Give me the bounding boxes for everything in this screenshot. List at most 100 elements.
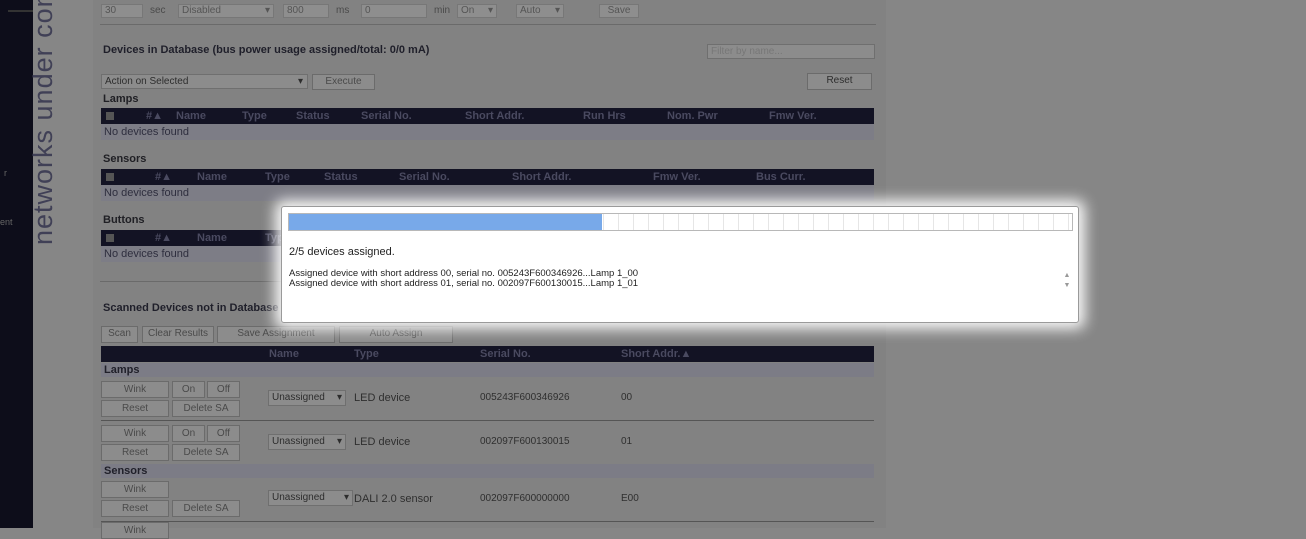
save-assignment-button[interactable]: Save Assignment xyxy=(217,326,335,343)
column-header[interactable]: Type xyxy=(354,348,379,360)
column-header[interactable]: Short Addr. xyxy=(465,110,524,122)
wink-button[interactable]: Wink xyxy=(101,425,169,442)
column-header[interactable]: #▲ xyxy=(146,110,163,122)
mode-select[interactable]: Disabled ▾ xyxy=(178,4,274,18)
onoff-select[interactable]: On ▾ xyxy=(457,4,497,18)
db-section-title: Devices in Database (bus power usage ass… xyxy=(103,44,430,56)
short-address: E00 xyxy=(621,493,639,504)
select-value: Auto xyxy=(520,5,541,16)
lamps-label: Lamps xyxy=(103,93,139,105)
delete-sa-button[interactable]: Delete SA xyxy=(172,400,240,417)
chevron-down-icon: ▾ xyxy=(343,492,349,503)
scanned-device-row: Wink Reset Delete SA Unassigned ▾ DALI 2.… xyxy=(101,478,874,522)
auto-select[interactable]: Auto ▾ xyxy=(516,4,564,18)
select-value: Unassigned xyxy=(272,436,325,447)
column-header[interactable]: Fmw Ver. xyxy=(769,110,817,122)
reset-button[interactable]: Reset xyxy=(101,500,169,517)
chevron-down-icon: ▾ xyxy=(487,5,493,16)
column-header[interactable]: Status xyxy=(296,110,330,122)
scan-button[interactable]: Scan xyxy=(101,326,138,343)
chevron-down-icon: ▾ xyxy=(336,392,342,403)
lamps-group-label: Lamps xyxy=(101,363,874,377)
clear-results-button[interactable]: Clear Results xyxy=(142,326,214,343)
unit-label: sec xyxy=(150,5,166,16)
column-header[interactable]: Nom. Pwr xyxy=(667,110,718,122)
select-all-checkbox[interactable] xyxy=(106,173,114,181)
select-all-checkbox[interactable] xyxy=(106,234,114,242)
scanned-device-row: Wink On Off Reset Delete SA Unassigned ▾ … xyxy=(101,421,874,465)
reset-button[interactable]: Reset xyxy=(101,400,169,417)
progress-fill xyxy=(289,214,603,230)
short-address: 00 xyxy=(621,392,633,403)
auto-assign-button[interactable]: Auto Assign xyxy=(339,326,453,343)
short-address: 01 xyxy=(621,436,633,447)
settings-row: 30 sec Disabled ▾ 800 ms 0 min On ▾ Auto ▾ … xyxy=(93,4,653,19)
scanned-device-row: Wink On Off Reset Delete SA Unassigned ▾ … xyxy=(101,377,874,421)
wink-button[interactable]: Wink xyxy=(101,522,169,539)
column-header[interactable]: Name xyxy=(197,232,227,244)
log-scrollbar[interactable]: ▲ ▼ xyxy=(1063,271,1071,291)
scanned-section-title: Scanned Devices not in Database xyxy=(103,302,279,314)
filter-input[interactable]: Filter by name... xyxy=(707,44,875,59)
nav-fragment[interactable]: ent xyxy=(0,217,13,227)
column-header[interactable]: Serial No. xyxy=(399,171,450,183)
nav-fragment[interactable]: r xyxy=(4,168,7,178)
select-value: On xyxy=(461,5,475,16)
column-header[interactable]: #▲ xyxy=(155,232,172,244)
wink-button[interactable]: Wink xyxy=(101,381,169,398)
column-header[interactable]: Run Hrs xyxy=(583,110,626,122)
empty-row: No devices found xyxy=(101,185,874,201)
column-header[interactable]: Short Addr. xyxy=(512,171,571,183)
chevron-down-icon: ▾ xyxy=(554,5,560,16)
device-type: DALI 2.0 sensor xyxy=(354,493,433,505)
chevron-down-icon: ▾ xyxy=(336,436,342,447)
column-header[interactable]: Type xyxy=(242,110,267,122)
column-header[interactable]: Status xyxy=(324,171,358,183)
serial-number: 002097F600000000 xyxy=(480,493,570,504)
delete-sa-button[interactable]: Delete SA xyxy=(172,500,240,517)
device-type: LED device xyxy=(354,436,411,448)
column-header[interactable]: Name xyxy=(176,110,206,122)
column-header[interactable]: Serial No. xyxy=(361,110,412,122)
buttons-label: Buttons xyxy=(103,214,145,226)
reset-button[interactable]: Reset xyxy=(101,444,169,461)
column-header[interactable]: Bus Curr. xyxy=(756,171,806,183)
scroll-up-icon[interactable]: ▲ xyxy=(1063,271,1071,281)
delay-input[interactable]: 800 xyxy=(283,4,329,18)
empty-row: No devices found xyxy=(101,124,874,140)
action-select[interactable]: Action on Selected ▾ xyxy=(101,74,308,89)
sensors-label: Sensors xyxy=(103,153,147,165)
column-header[interactable]: Name xyxy=(197,171,227,183)
select-value: Disabled xyxy=(182,5,221,16)
assignment-log[interactable]: Assigned device with short address 00, s… xyxy=(289,269,638,289)
off-button[interactable]: Off xyxy=(207,425,240,442)
select-all-checkbox[interactable] xyxy=(106,112,114,120)
column-header[interactable]: Type xyxy=(265,171,290,183)
execute-button[interactable]: Execute xyxy=(312,74,375,90)
select-value: Unassigned xyxy=(272,492,325,503)
column-header[interactable]: Short Addr.▲ xyxy=(621,348,691,360)
minutes-input[interactable]: 0 xyxy=(361,4,427,18)
column-header[interactable]: Fmw Ver. xyxy=(653,171,701,183)
save-button[interactable]: Save xyxy=(599,4,639,18)
column-header[interactable]: #▲ xyxy=(155,171,172,183)
delete-sa-button[interactable]: Delete SA xyxy=(172,444,240,461)
serial-number: 005243F600346926 xyxy=(480,392,570,403)
sensors-table-header: #▲ Name Type Status Serial No. Short Add… xyxy=(101,169,874,185)
wink-button[interactable]: Wink xyxy=(101,481,169,498)
timeout-input[interactable]: 30 xyxy=(101,4,143,18)
reset-button[interactable]: Reset xyxy=(807,73,872,90)
unit-label: ms xyxy=(336,5,350,16)
name-select[interactable]: Unassigned ▾ xyxy=(268,434,346,450)
on-button[interactable]: On xyxy=(172,381,205,398)
on-button[interactable]: On xyxy=(172,425,205,442)
name-select[interactable]: Unassigned ▾ xyxy=(268,390,346,406)
divider xyxy=(100,24,876,25)
scroll-down-icon[interactable]: ▼ xyxy=(1063,281,1071,291)
column-header[interactable]: Name xyxy=(269,348,299,360)
sensors-group-label: Sensors xyxy=(101,464,874,478)
lamps-table-header: #▲ Name Type Status Serial No. Short Add… xyxy=(101,108,874,124)
name-select[interactable]: Unassigned ▾ xyxy=(268,490,353,506)
off-button[interactable]: Off xyxy=(207,381,240,398)
column-header[interactable]: Serial No. xyxy=(480,348,531,360)
